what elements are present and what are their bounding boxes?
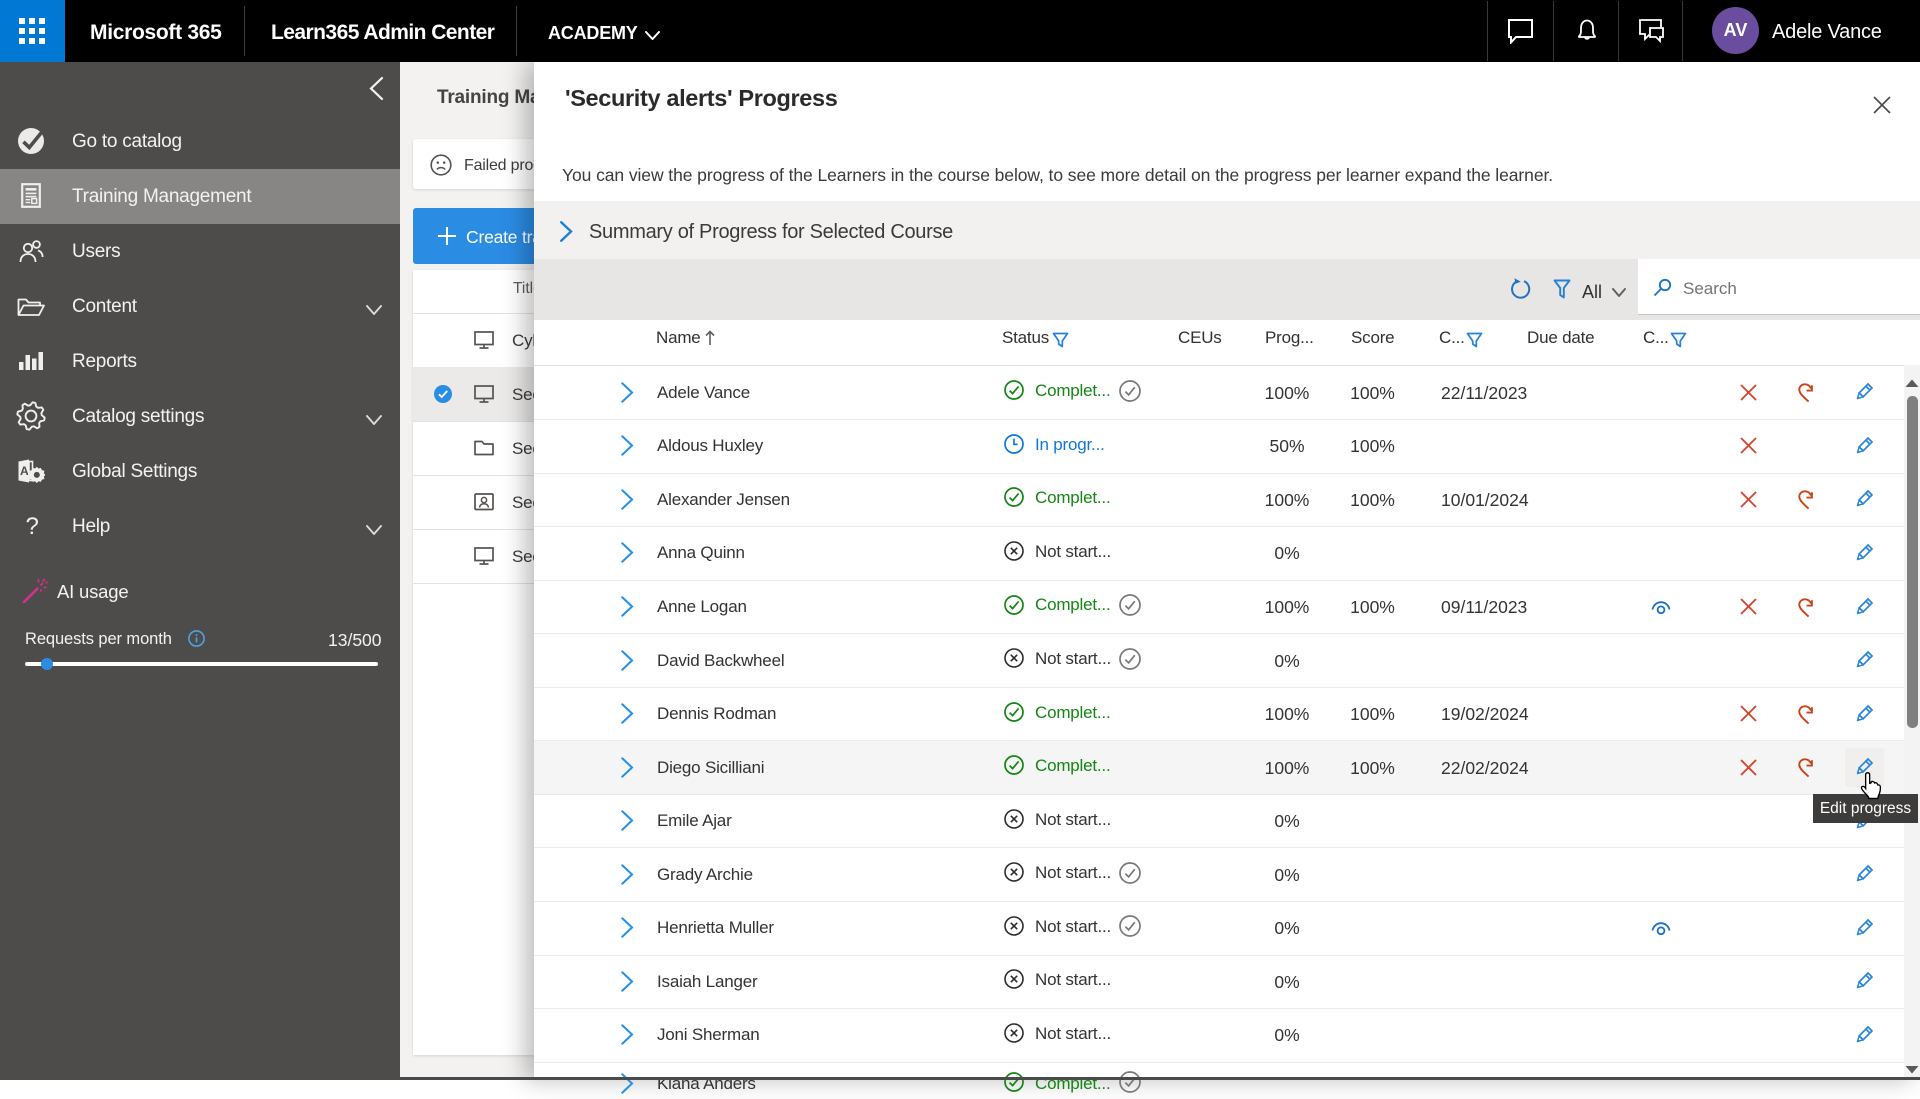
svg-text:A: A	[20, 464, 29, 478]
